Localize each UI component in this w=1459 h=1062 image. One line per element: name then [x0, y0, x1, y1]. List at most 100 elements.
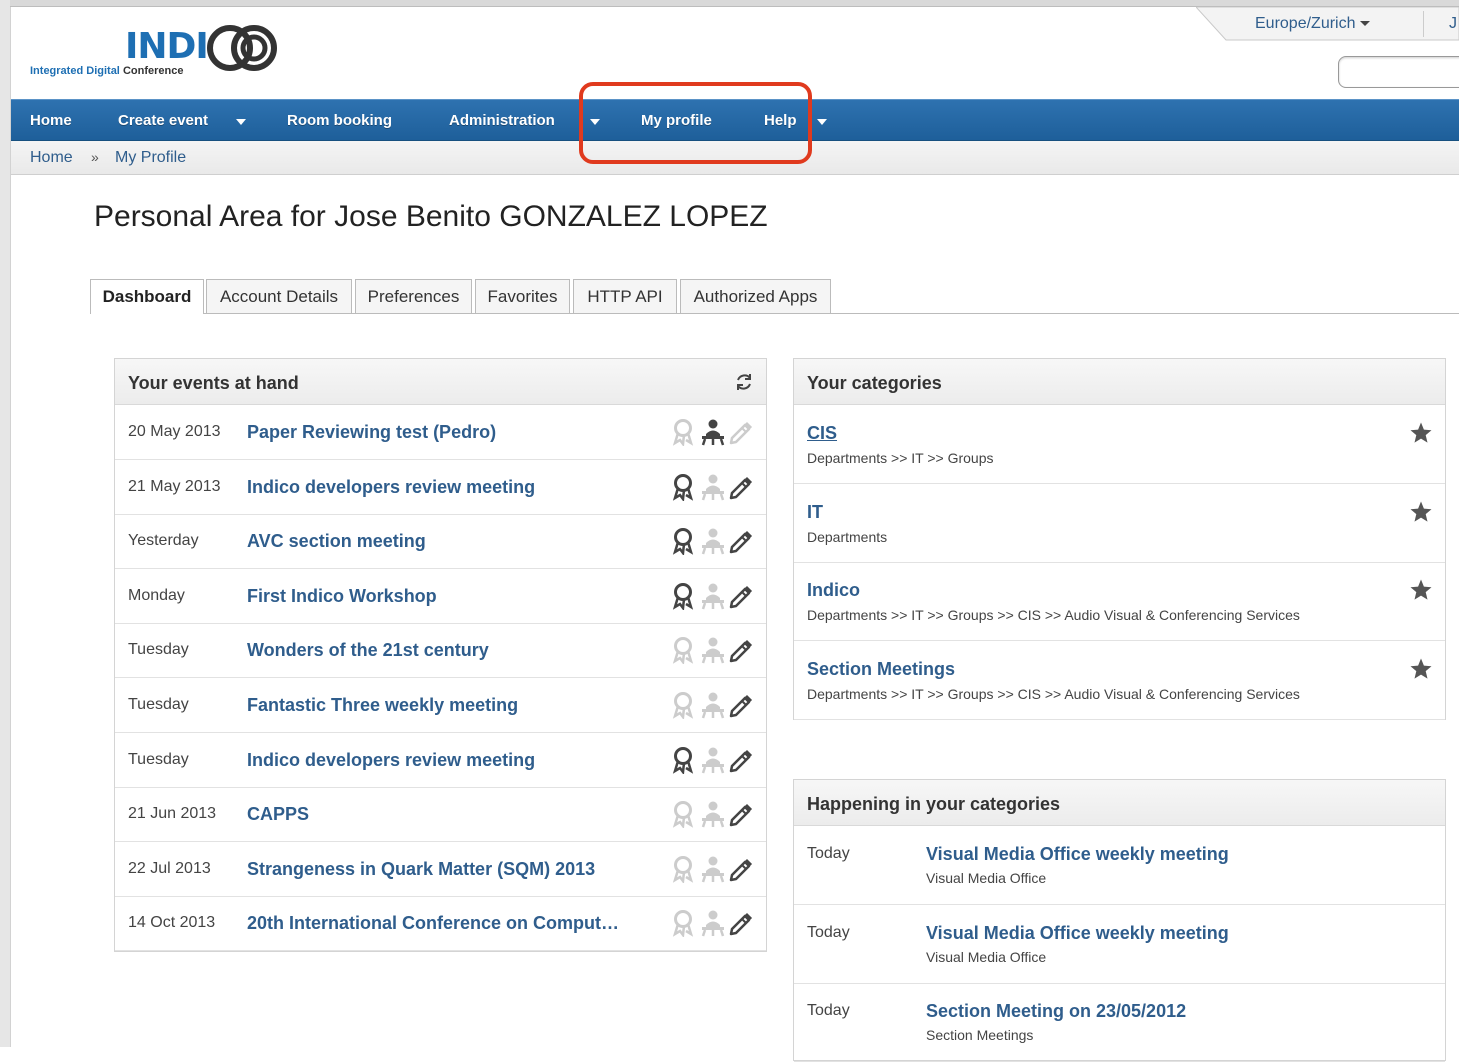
event-title-link[interactable]: Indico developers review meeting: [247, 477, 535, 498]
happening-category: Visual Media Office: [926, 948, 1047, 965]
ribbon-icon[interactable]: [671, 636, 695, 665]
event-row[interactable]: Yesterday AVC section meeting: [115, 514, 766, 570]
indico-logo[interactable]: INDI Integrated Digital Conference: [30, 22, 290, 82]
event-title-link[interactable]: Indico developers review meeting: [247, 750, 535, 771]
event-title-link[interactable]: Fantastic Three weekly meeting: [247, 695, 518, 716]
happening-event-link[interactable]: Section Meeting on 23/05/2012: [926, 1001, 1186, 1022]
chairperson-icon[interactable]: [700, 691, 726, 719]
happening-category: Visual Media Office: [926, 870, 1047, 886]
logo-tagline-part3: Conference: [122, 65, 184, 77]
tab-authorized-apps[interactable]: Authorized Apps: [680, 279, 831, 313]
category-link[interactable]: IT: [807, 502, 823, 523]
timezone-separator: [1423, 11, 1424, 37]
nav-item-home[interactable]: Home: [30, 112, 72, 129]
happening-event-link[interactable]: Visual Media Office weekly meeting: [926, 844, 1229, 865]
breadcrumb-current[interactable]: My Profile: [115, 149, 186, 167]
ribbon-icon[interactable]: [671, 800, 695, 829]
event-date: Tuesday: [128, 696, 189, 713]
star-icon[interactable]: [1409, 578, 1433, 602]
category-path: Departments >> IT >> Groups >> CIS >> Au…: [807, 607, 1300, 623]
ribbon-icon[interactable]: [671, 527, 695, 556]
chairperson-icon[interactable]: [700, 909, 726, 937]
event-row[interactable]: 21 Jun 2013 CAPPS: [115, 787, 766, 843]
tab-preferences[interactable]: Preferences: [355, 279, 472, 313]
event-title-link[interactable]: First Indico Workshop: [247, 586, 437, 607]
edit-icon[interactable]: [727, 800, 753, 828]
event-role-icons: [671, 909, 755, 938]
category-link[interactable]: CIS: [807, 423, 837, 444]
star-icon[interactable]: [1409, 421, 1433, 445]
ribbon-icon[interactable]: [671, 473, 695, 501]
breadcrumb-home[interactable]: Home: [30, 149, 73, 167]
event-role-icons: [671, 800, 755, 829]
ribbon-icon[interactable]: [671, 746, 695, 774]
event-title-link[interactable]: AVC section meeting: [247, 531, 426, 552]
chairperson-icon[interactable]: [700, 527, 726, 555]
chairperson-icon[interactable]: [700, 473, 726, 501]
timezone-selector[interactable]: Europe/Zurich: [1255, 15, 1370, 33]
tab-favorites[interactable]: Favorites: [475, 279, 570, 313]
ribbon-icon[interactable]: [671, 418, 695, 446]
refresh-icon[interactable]: [734, 372, 754, 392]
chairperson-icon[interactable]: [700, 418, 726, 446]
star-icon[interactable]: [1409, 657, 1433, 681]
edit-icon[interactable]: [727, 636, 753, 664]
event-date: 14 Oct 2013: [128, 914, 216, 932]
edit-icon[interactable]: [727, 691, 753, 719]
event-row[interactable]: Tuesday Fantastic Three weekly meeting: [115, 678, 766, 733]
happening-category: Section Meetings: [926, 1027, 1034, 1043]
tab-http-api[interactable]: HTTP API: [573, 279, 677, 313]
edit-icon[interactable]: [727, 473, 753, 501]
category-row: IT Departments: [794, 484, 1445, 563]
event-row[interactable]: Tuesday Indico developers review meeting: [115, 733, 766, 788]
nav-item-create-event[interactable]: Create event: [118, 112, 208, 129]
event-row[interactable]: 21 May 2013 Indico developers review meet…: [115, 460, 766, 515]
edit-icon[interactable]: [727, 746, 753, 774]
edit-icon[interactable]: [727, 582, 753, 610]
ribbon-icon[interactable]: [671, 909, 695, 938]
event-row[interactable]: 20 May 2013 Paper Reviewing test (Pedro): [115, 405, 766, 460]
event-title-link[interactable]: 20th International Conference on Comput…: [247, 913, 619, 934]
categories-panel-title: Your categories: [807, 373, 942, 393]
event-role-icons: [671, 418, 755, 446]
chairperson-icon[interactable]: [700, 800, 726, 828]
happening-row: Today Visual Media Office weekly meeting V…: [794, 826, 1445, 905]
event-title-link[interactable]: Strangeness in Quark Matter (SQM) 2013: [247, 859, 595, 880]
user-menu[interactable]: J: [1449, 15, 1457, 33]
categories-panel: Your categories CIS Departments >> IT >> …: [793, 358, 1446, 720]
category-link[interactable]: Section Meetings: [807, 659, 955, 680]
tab-account-details[interactable]: Account Details: [206, 279, 352, 313]
chairperson-icon[interactable]: [700, 746, 726, 774]
star-icon[interactable]: [1409, 500, 1433, 524]
event-title-link[interactable]: CAPPS: [247, 804, 309, 825]
ribbon-icon[interactable]: [671, 855, 695, 883]
event-row[interactable]: 14 Oct 2013 20th International Conference…: [115, 896, 766, 952]
chevron-down-icon[interactable]: [817, 119, 827, 125]
tab-dashboard[interactable]: Dashboard: [90, 279, 204, 314]
edit-icon[interactable]: [727, 855, 753, 883]
edit-icon[interactable]: [727, 909, 753, 937]
edit-icon[interactable]: [727, 527, 753, 555]
nav-item-administration[interactable]: Administration: [449, 112, 555, 129]
chairperson-icon[interactable]: [700, 582, 726, 610]
edit-icon[interactable]: [727, 418, 753, 446]
category-link[interactable]: Indico: [807, 580, 860, 601]
event-role-icons: [671, 746, 755, 774]
timezone-label: Europe/Zurich: [1255, 15, 1356, 32]
ribbon-icon[interactable]: [671, 691, 695, 719]
event-title-link[interactable]: Paper Reviewing test (Pedro): [247, 422, 496, 443]
happening-event-link[interactable]: Visual Media Office weekly meeting: [926, 923, 1229, 944]
search-input[interactable]: [1338, 56, 1459, 88]
event-title-link[interactable]: Wonders of the 21st century: [247, 640, 489, 661]
chairperson-icon[interactable]: [700, 636, 726, 664]
chairperson-icon[interactable]: [700, 855, 726, 883]
event-role-icons: [671, 582, 755, 610]
event-row[interactable]: Monday First Indico Workshop: [115, 569, 766, 624]
event-row[interactable]: 22 Jul 2013 Strangeness in Quark Matter (…: [115, 842, 766, 897]
nav-item-room-booking[interactable]: Room booking: [287, 112, 392, 129]
event-role-icons: [671, 636, 755, 665]
event-row[interactable]: Tuesday Wonders of the 21st century: [115, 623, 766, 679]
chevron-down-icon[interactable]: [236, 119, 246, 125]
event-date: 21 Jun 2013: [128, 805, 217, 823]
ribbon-icon[interactable]: [671, 582, 695, 610]
